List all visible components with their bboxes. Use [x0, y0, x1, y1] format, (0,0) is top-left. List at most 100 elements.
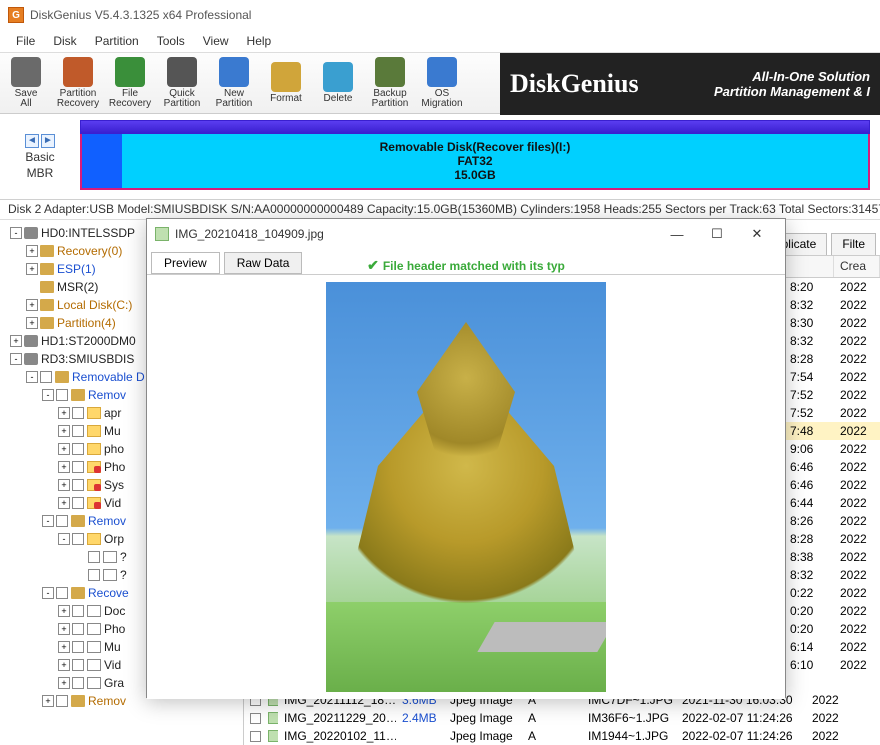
menu-partition[interactable]: Partition	[87, 32, 147, 50]
expand-icon[interactable]: +	[58, 605, 70, 617]
part-icon	[55, 371, 69, 383]
menu-help[interactable]: Help	[239, 32, 280, 50]
checkbox[interactable]	[72, 641, 84, 653]
part-icon	[40, 281, 54, 293]
toolbar-icon	[427, 57, 457, 87]
part-icon	[71, 389, 85, 401]
expand-icon[interactable]: -	[42, 587, 54, 599]
toolbar-file-recovery[interactable]: FileRecovery	[104, 53, 156, 113]
minimize-button[interactable]: —	[657, 223, 697, 245]
partition-title: Removable Disk(Recover files)(I:)	[380, 140, 571, 154]
expand-icon[interactable]: +	[26, 299, 38, 311]
toolbar-backup-partition[interactable]: BackupPartition	[364, 53, 416, 113]
menu-file[interactable]: File	[8, 32, 43, 50]
checkbox[interactable]	[72, 479, 84, 491]
expand-icon[interactable]: -	[42, 389, 54, 401]
expand-icon[interactable]: +	[58, 641, 70, 653]
checkbox[interactable]	[56, 695, 68, 707]
expand-icon[interactable]: +	[26, 263, 38, 275]
checkbox[interactable]	[56, 389, 68, 401]
checkbox[interactable]	[72, 461, 84, 473]
preview-tab-preview[interactable]: Preview	[151, 252, 220, 274]
menubar: File Disk Partition Tools View Help	[0, 30, 880, 52]
checkbox[interactable]	[88, 551, 100, 563]
checkbox[interactable]	[56, 587, 68, 599]
checkbox[interactable]	[72, 407, 84, 419]
banner: DiskGenius All-In-One Solution Partition…	[500, 53, 880, 115]
checkbox[interactable]	[40, 371, 52, 383]
partition-box[interactable]: Removable Disk(Recover files)(I:) FAT32 …	[80, 134, 870, 190]
toolbar-label: Delete	[324, 94, 353, 104]
menu-disk[interactable]: Disk	[45, 32, 84, 50]
toolbar-save-all[interactable]: SaveAll	[0, 53, 52, 113]
expand-icon[interactable]: -	[58, 533, 70, 545]
tab-filter[interactable]: Filte	[831, 233, 876, 255]
partition-size: 15.0GB	[454, 168, 495, 182]
checkbox[interactable]	[250, 713, 261, 724]
checkbox[interactable]	[72, 497, 84, 509]
maximize-button[interactable]: ☐	[697, 223, 737, 245]
next-disk-button[interactable]: ►	[41, 134, 55, 148]
expand-spacer	[74, 551, 86, 563]
expand-icon[interactable]: -	[10, 353, 22, 365]
table-row[interactable]: IMG_20220102_11… Jpeg Image A IM1944~1.J…	[244, 727, 880, 745]
toolbar-os-migration[interactable]: OSMigration	[416, 53, 468, 113]
close-button[interactable]: ✕	[737, 223, 777, 245]
expand-icon[interactable]: +	[58, 623, 70, 635]
toolbar-quick-partition[interactable]: QuickPartition	[156, 53, 208, 113]
col-created[interactable]: Crea	[834, 256, 880, 277]
partition-table-type: Basic	[25, 150, 54, 164]
toolbar-format[interactable]: Format	[260, 53, 312, 113]
expand-icon[interactable]: +	[26, 245, 38, 257]
toolbar-new-partition[interactable]: NewPartition	[208, 53, 260, 113]
checkbox[interactable]	[72, 659, 84, 671]
image-file-icon	[268, 712, 278, 724]
cell-time: 8:32	[784, 334, 834, 348]
expand-spacer	[26, 281, 38, 293]
expand-icon[interactable]: +	[26, 317, 38, 329]
preview-titlebar[interactable]: IMG_20210418_104909.jpg — ☐ ✕	[147, 219, 785, 249]
checkbox[interactable]	[72, 443, 84, 455]
expand-icon[interactable]: +	[58, 425, 70, 437]
checkbox[interactable]	[56, 515, 68, 527]
checkbox[interactable]	[72, 425, 84, 437]
toolbar-partition-recovery[interactable]: PartitionRecovery	[52, 53, 104, 113]
table-row[interactable]: IMG_20211229_20… 2.4MB Jpeg Image A IM36…	[244, 709, 880, 727]
checkbox[interactable]	[88, 569, 100, 581]
prev-disk-button[interactable]: ◄	[25, 134, 39, 148]
expand-icon[interactable]: +	[58, 659, 70, 671]
menu-view[interactable]: View	[195, 32, 237, 50]
banner-line1: All-In-One Solution	[714, 69, 870, 84]
partition-table-scheme: MBR	[27, 166, 54, 180]
folder-icon	[87, 443, 101, 455]
expand-icon[interactable]: -	[10, 227, 22, 239]
expand-icon[interactable]: +	[58, 461, 70, 473]
tree-label: Mu	[104, 640, 121, 654]
cell-created: 2022	[834, 496, 880, 510]
checkbox[interactable]	[250, 731, 261, 742]
part-icon	[71, 587, 85, 599]
toolbar-icon	[219, 57, 249, 87]
toolbar-label: FileRecovery	[109, 89, 151, 109]
expand-icon[interactable]: -	[42, 515, 54, 527]
cell-created: 2022	[834, 478, 880, 492]
preview-tab-rawdata[interactable]: Raw Data	[224, 252, 303, 274]
toolbar: SaveAllPartitionRecoveryFileRecoveryQuic…	[0, 52, 880, 114]
expand-icon[interactable]: +	[42, 695, 54, 707]
toolbar-icon	[63, 57, 93, 87]
checkbox[interactable]	[72, 533, 84, 545]
checkbox[interactable]	[72, 605, 84, 617]
expand-icon[interactable]: +	[10, 335, 22, 347]
expand-icon[interactable]: +	[58, 497, 70, 509]
expand-icon[interactable]: +	[58, 443, 70, 455]
expand-icon[interactable]: +	[58, 479, 70, 491]
checkbox[interactable]	[72, 623, 84, 635]
toolbar-delete[interactable]: Delete	[312, 53, 364, 113]
checkbox[interactable]	[72, 677, 84, 689]
expand-icon[interactable]: -	[26, 371, 38, 383]
expand-icon[interactable]: +	[58, 677, 70, 689]
menu-tools[interactable]: Tools	[149, 32, 193, 50]
cell-created: 2022	[834, 352, 880, 366]
expand-icon[interactable]: +	[58, 407, 70, 419]
file-icon	[87, 677, 101, 689]
